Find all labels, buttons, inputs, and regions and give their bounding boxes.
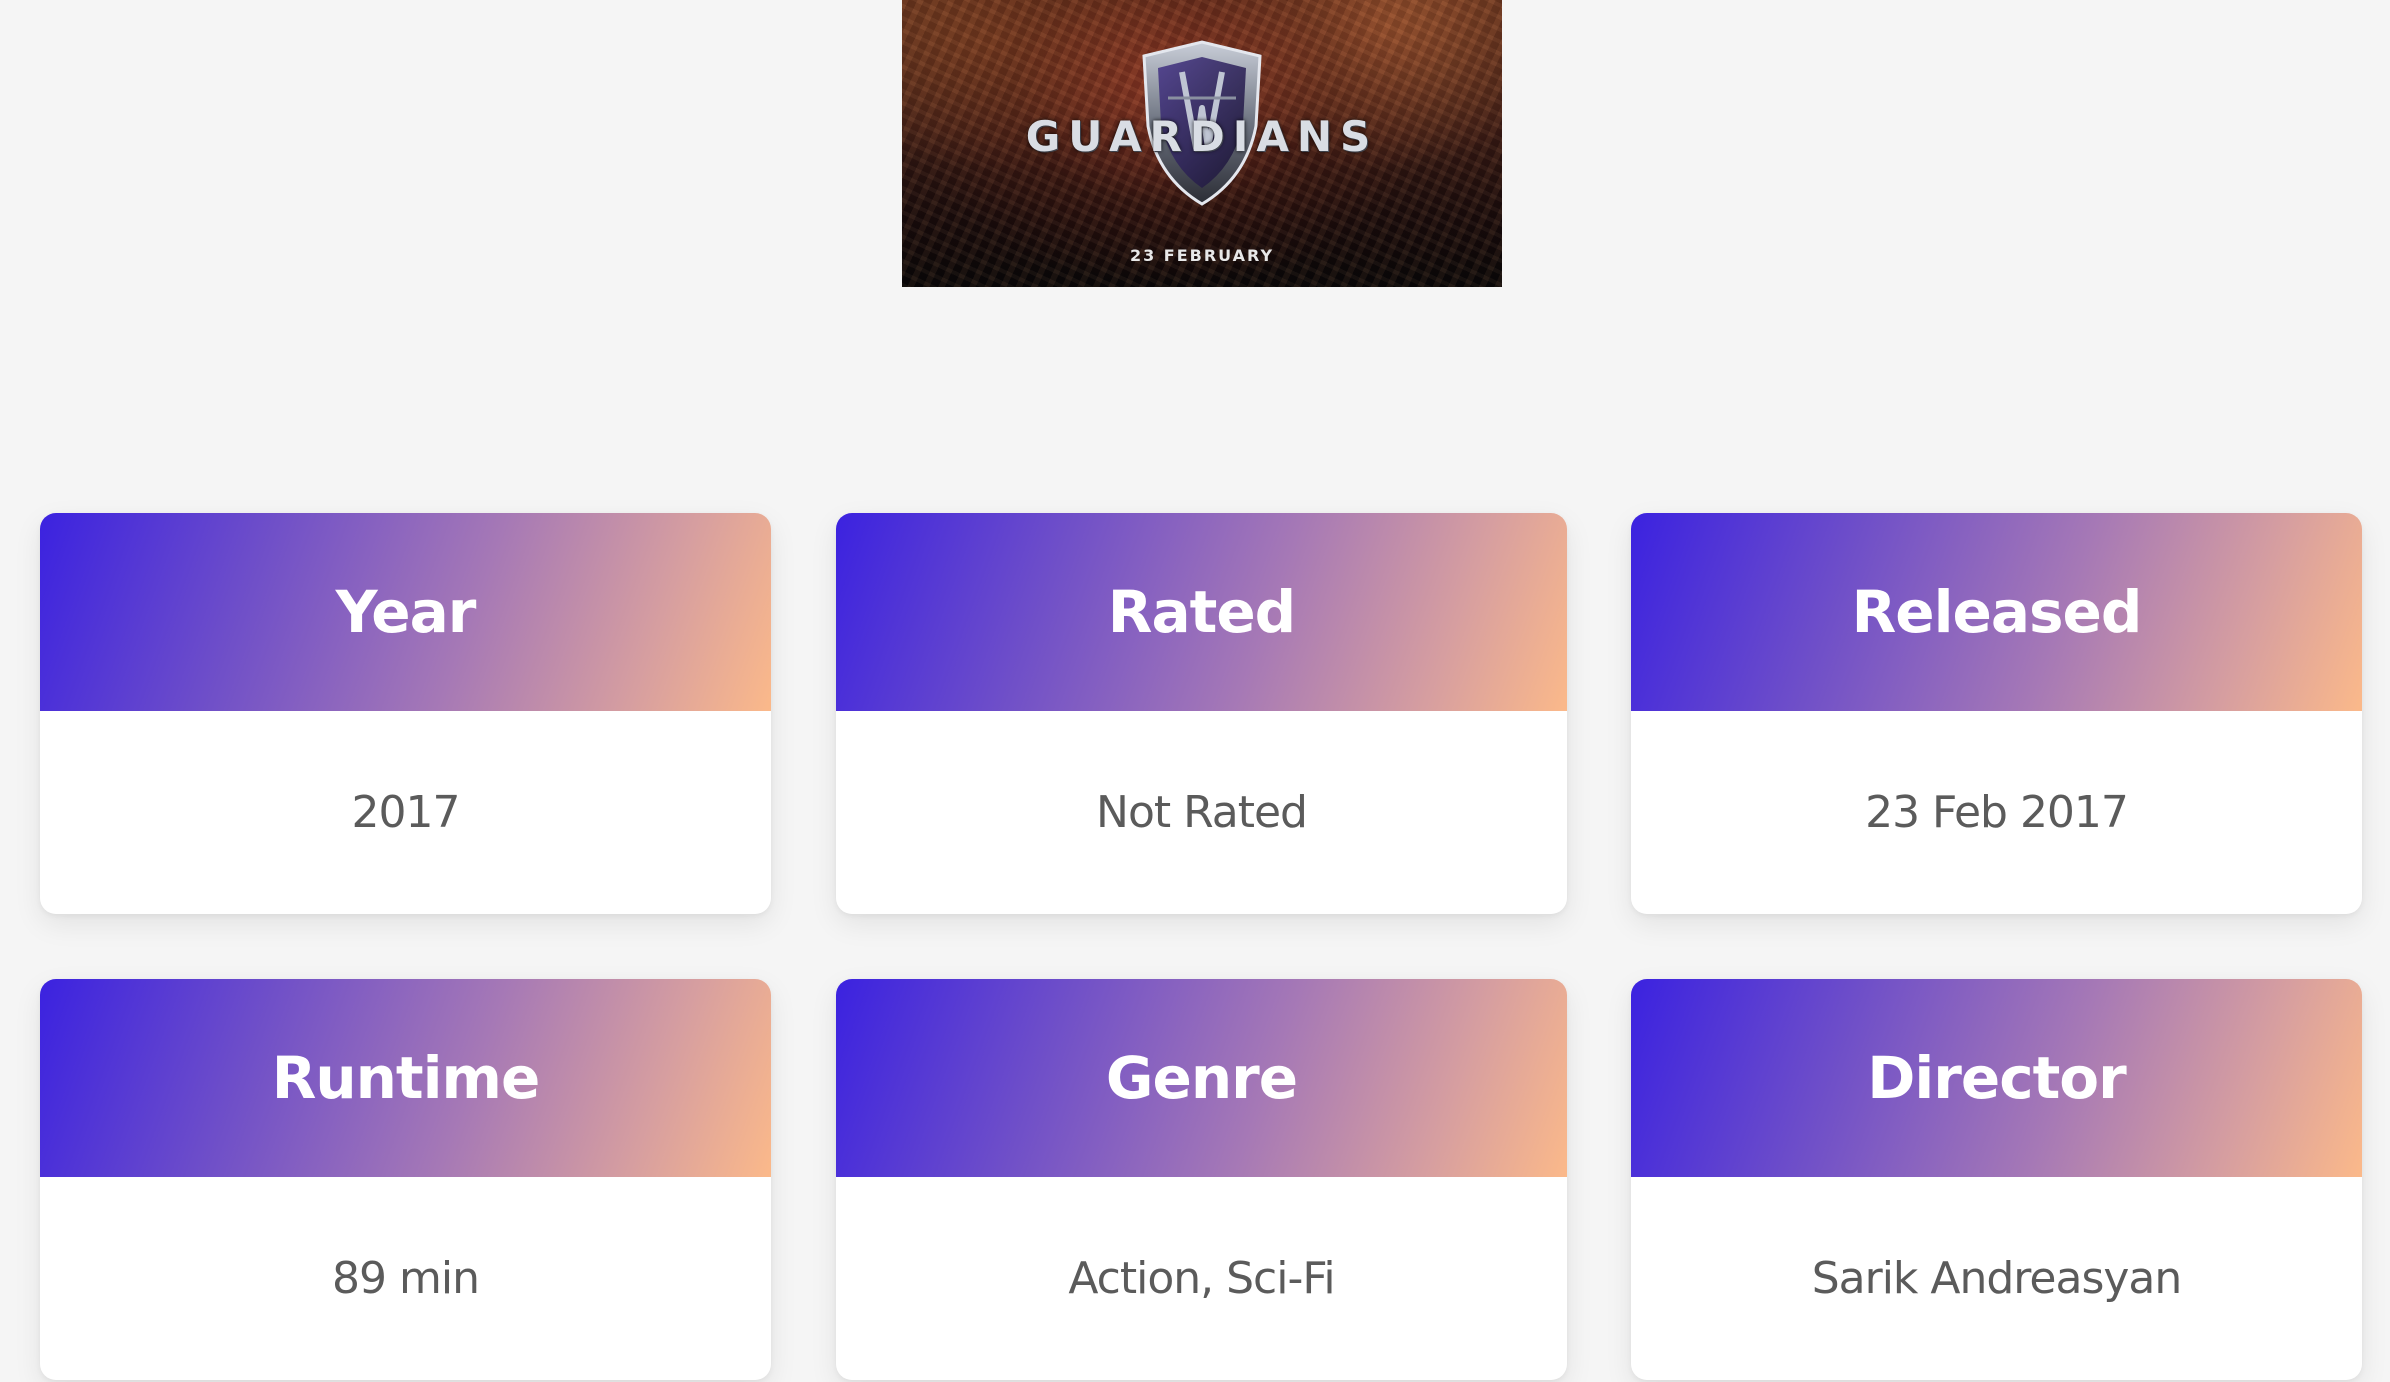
movie-poster: GUARDIANS 23 FEBRUARY (902, 0, 1502, 287)
detail-card-value: Action, Sci-Fi (1068, 1253, 1335, 1304)
detail-card-value: 2017 (351, 787, 461, 838)
poster-title: GUARDIANS (1025, 112, 1379, 161)
detail-card-label: Released (1631, 513, 2362, 711)
detail-card-label: Rated (836, 513, 1567, 711)
detail-card-label: Genre (836, 979, 1567, 1177)
detail-card-label: Year (40, 513, 771, 711)
detail-card-value: Sarik Andreasyan (1811, 1253, 2183, 1304)
detail-card-label: Director (1631, 979, 2362, 1177)
detail-card-value: 89 min (332, 1253, 480, 1304)
detail-card-genre: Genre Action, Sci-Fi (836, 979, 1567, 1380)
detail-card-year: Year 2017 (40, 513, 771, 914)
detail-card-label: Runtime (40, 979, 771, 1177)
detail-card-rated: Rated Not Rated (836, 513, 1567, 914)
detail-card-value: 23 Feb 2017 (1865, 787, 2129, 838)
detail-card-value: Not Rated (1096, 787, 1308, 838)
detail-card-runtime: Runtime 89 min (40, 979, 771, 1380)
detail-card-released: Released 23 Feb 2017 (1631, 513, 2362, 914)
detail-card-director: Director Sarik Andreasyan (1631, 979, 2362, 1380)
poster-release-date: 23 FEBRUARY (1129, 246, 1275, 265)
